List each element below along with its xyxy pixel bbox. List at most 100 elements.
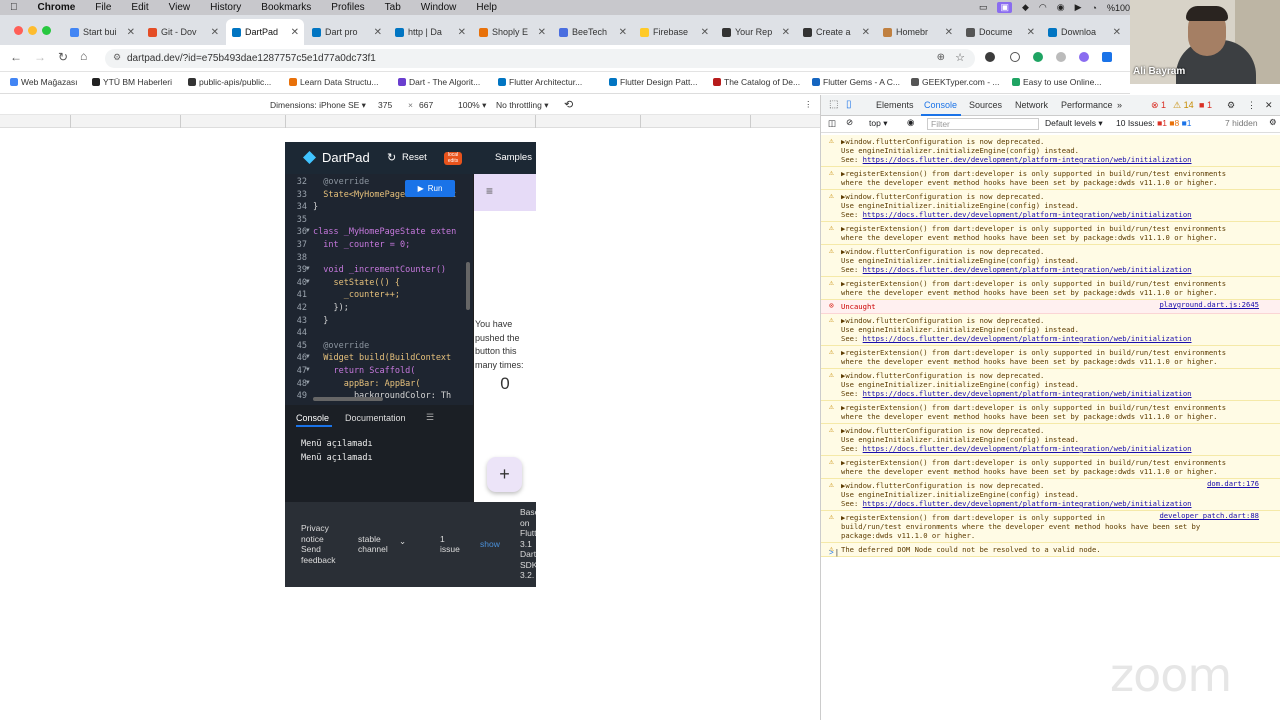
bookmark-item[interactable]: public-apis/public... [188,77,271,87]
menu-profiles[interactable]: Profiles [321,2,374,13]
filter-input[interactable]: Filter [927,118,1039,130]
bookmark-item[interactable]: Flutter Gems - A C... [812,77,900,87]
menu-bookmarks[interactable]: Bookmarks [251,2,321,13]
run-button[interactable]: ▶ Run [405,180,455,197]
extension-icon[interactable] [985,52,995,62]
install-icon[interactable]: ⊕ [937,52,945,63]
tab-6[interactable]: BeeTech ✕ [553,19,632,45]
menu-icon[interactable]: ≡ [486,184,493,198]
viewport-width[interactable]: 375 [378,100,392,110]
viewport-height[interactable]: 667 [419,100,433,110]
close-window-button[interactable] [14,26,23,35]
code-editor[interactable]: 32 @override 33 State<MyHomePage> createS… [285,174,473,405]
menu-tab[interactable]: Tab [375,2,411,13]
console-warning[interactable]: ⚠ ▶window.flutterConfiguration is now dep… [821,314,1280,346]
docs-link[interactable]: https://docs.flutter.dev/development/pla… [863,334,1192,343]
fold-icon[interactable]: ▼ [306,265,310,272]
fold-icon[interactable]: ▼ [306,278,310,285]
site-info-icon[interactable]: ⚙ [113,52,121,63]
source-link[interactable]: developer_patch.dart:88 [1159,511,1259,520]
tab-9[interactable]: Create a ✕ [797,19,875,45]
samples-button[interactable]: Samples [495,152,532,163]
menu-file[interactable]: File [85,2,121,13]
source-link[interactable]: dom.dart:176 [1207,479,1259,488]
warning-count[interactable]: ⚠ 14 [1173,100,1194,111]
fold-icon[interactable]: ▼ [306,379,310,386]
tab-5[interactable]: Shoply E ✕ [473,19,551,45]
console-prompt[interactable]: > | [829,548,838,557]
tab-documentation[interactable]: Documentation [345,413,406,423]
close-tab-icon[interactable]: ✕ [619,27,627,38]
console-error[interactable]: ⊗ Uncaught playground.dart.js:2645 [821,300,1280,314]
tab-3[interactable]: Dart pro ✕ [306,19,387,45]
tab-4[interactable]: http | Da ✕ [389,19,471,45]
inspect-icon[interactable]: ⬚ [829,99,838,110]
throttle-select[interactable]: No throttling ▾ [496,100,548,111]
issues-summary[interactable]: 10 Issues: ■1 ■8 ■1 [1116,118,1192,128]
increment-fab[interactable]: + [487,457,522,492]
forward-icon[interactable]: → [34,50,46,64]
maximize-window-button[interactable] [42,26,51,35]
reload-icon[interactable]: ↻ [58,50,68,64]
reset-icon[interactable]: ↻ [387,151,396,164]
close-tab-icon[interactable]: ✕ [291,27,299,38]
show-issues-button[interactable]: show [480,539,500,549]
more-tabs-icon[interactable]: » [1117,100,1122,110]
close-devtools-icon[interactable]: ✕ [1265,100,1273,111]
tab-sources[interactable]: Sources [969,100,1002,110]
channel-select[interactable]: stable channel [358,534,394,554]
close-tab-icon[interactable]: ✕ [211,27,219,38]
bookmark-item[interactable]: Dart - The Algorit... [398,77,480,87]
console-warning[interactable]: ⚠ The deferred DOM Node could not be reso… [821,543,1280,557]
extension-icon[interactable] [1102,52,1112,62]
sidebar-toggle-icon[interactable]: ◫ [828,118,836,129]
menu-window[interactable]: Window [411,2,467,13]
more-options-icon[interactable]: ⋮ [804,99,813,110]
bookmark-item[interactable]: Flutter Architectur... [498,77,582,87]
close-tab-icon[interactable]: ✕ [1027,27,1035,38]
docs-link[interactable]: https://docs.flutter.dev/development/pla… [863,444,1192,453]
tab-performance[interactable]: Performance [1061,100,1113,110]
console-warning[interactable]: ⚠ ▶window.flutterConfiguration is now dep… [821,190,1280,222]
docs-link[interactable]: https://docs.flutter.dev/development/pla… [863,389,1192,398]
console-warning[interactable]: ⚠ ▶registerExtension() from dart:develope… [821,277,1280,300]
settings-icon[interactable]: ⚙ [1227,100,1235,111]
clear-console-icon[interactable]: ☰ [426,412,434,423]
close-tab-icon[interactable]: ✕ [945,27,953,38]
tab-10[interactable]: Homebr ✕ [877,19,958,45]
bookmark-item[interactable]: GEEKTyper.com - ... [911,77,999,87]
context-select[interactable]: top ▾ [869,118,887,129]
privacy-link[interactable]: Privacy notice [301,523,341,544]
tab-console[interactable]: Console [296,413,329,423]
tab-12[interactable]: Downloa ✕ [1042,19,1126,45]
console-warning[interactable]: ⚠ ▶window.flutterConfiguration is now dep… [821,135,1280,167]
device-select[interactable]: Dimensions: iPhone SE ▾ [270,100,366,111]
menu-chrome[interactable]: Chrome [28,2,86,13]
extension-icon[interactable] [1056,52,1066,62]
console-warning[interactable]: ⚠ ▶window.flutterConfiguration is now dep… [821,245,1280,277]
extension-icon[interactable] [1079,52,1089,62]
console-settings-icon[interactable]: ⚙ [1269,117,1277,128]
docs-link[interactable]: https://docs.flutter.dev/development/pla… [863,265,1192,274]
zoom-select[interactable]: 100% ▾ [458,100,486,111]
close-tab-icon[interactable]: ✕ [127,27,135,38]
bookmark-item[interactable]: YTÜ BM Haberleri [92,77,172,87]
close-tab-icon[interactable]: ✕ [1113,27,1121,38]
screen-icon[interactable]: ▭ [979,2,988,13]
dropbox-icon[interactable]: ◆ [1022,2,1029,13]
issue-count[interactable]: ■ 1 [1199,100,1212,110]
record-icon[interactable]: ◉ [1057,2,1065,13]
tab-2[interactable]: DartPad ✕ [226,19,304,45]
source-link[interactable]: playground.dart.js:2645 [1159,300,1259,309]
menu-history[interactable]: History [200,2,251,13]
tab-console[interactable]: Console [924,100,957,110]
eye-icon[interactable]: ◉ [907,117,914,128]
error-count[interactable]: ⊗ 1 [1151,100,1166,111]
reset-button[interactable]: Reset [402,152,427,163]
tab-11[interactable]: Docume ✕ [960,19,1040,45]
close-tab-icon[interactable]: ✕ [458,27,466,38]
close-tab-icon[interactable]: ✕ [862,27,870,38]
play-icon[interactable]: ▶ [1075,2,1082,13]
menu-help[interactable]: Help [466,2,507,13]
console-warning[interactable]: ⚠ ▶window.flutterConfiguration is now dep… [821,369,1280,401]
